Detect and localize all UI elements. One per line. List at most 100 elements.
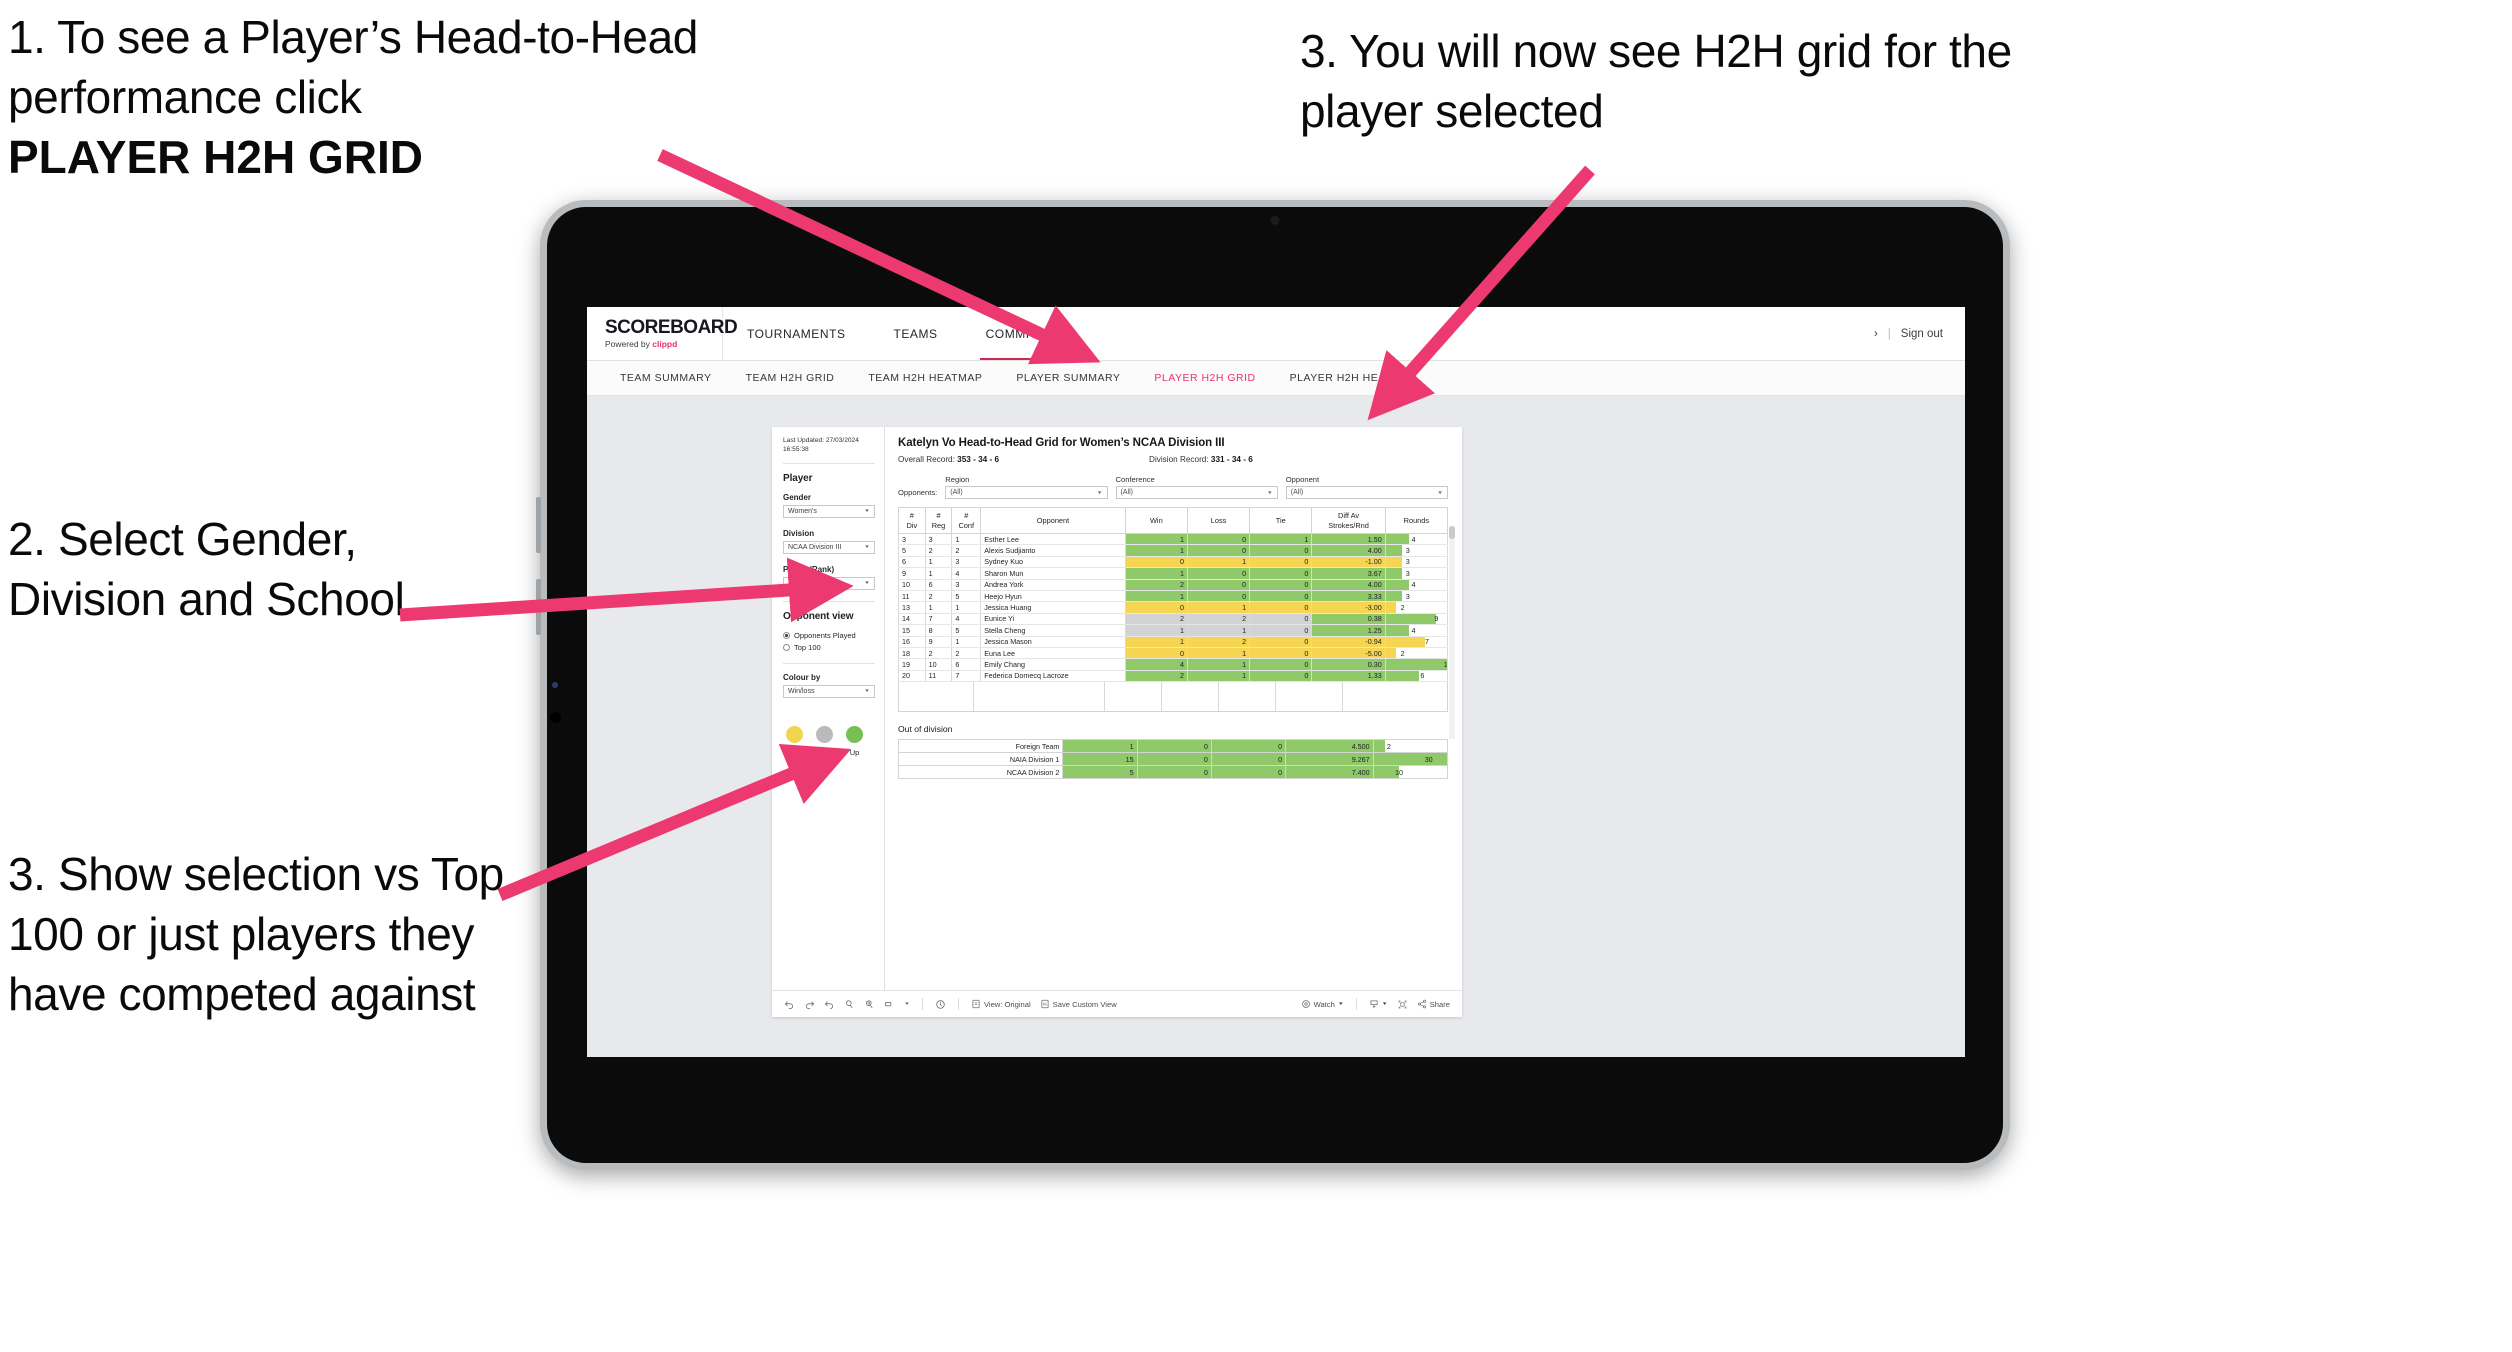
chevron-down-icon: ▼ [864,581,870,586]
cell-opponent: Alexis Sudjianto [980,544,1126,557]
opponent-select[interactable]: (All) ▼ [1285,486,1449,499]
revert-icon[interactable] [824,999,835,1010]
save-custom-view-button[interactable]: Save Custom View [1040,999,1117,1009]
watch-button[interactable]: Watch ▼ [1301,999,1344,1009]
table-row[interactable]: 19106Emily Chang4100.3011 [898,658,1449,671]
table-row[interactable]: 16 9 1 Jessica Mason 1 2 0 -0.94 7 [898,636,1449,648]
cell-win: 1 [1124,567,1188,580]
cell-reg: 1 [924,567,953,580]
chevron-right-icon[interactable]: › [1874,328,1878,340]
fullscreen-icon[interactable] [1397,999,1408,1010]
tab-player-h2h-grid[interactable]: PLAYER H2H GRID [1137,372,1272,384]
nav-teams[interactable]: TEAMS [870,307,962,360]
chevron-down-icon: ▼ [1337,1001,1344,1007]
player-rank-select[interactable]: B. Katelyn Vo ▼ [783,576,875,590]
out-of-division-row[interactable]: NAIA Division 1 15 0 0 9.267 30 [897,752,1449,767]
cell-reg: 8 [924,624,953,637]
secondary-tab-bar: TEAM SUMMARY TEAM H2H GRID TEAM H2H HEAT… [587,361,1965,396]
division-label: Division [783,528,815,538]
cell-win: 1 [1124,636,1188,648]
cell-win: 0 [1124,601,1188,614]
colour-by-select[interactable]: Win/loss ▼ [783,684,875,698]
refresh-icon[interactable] [844,999,855,1010]
cell-diff: 3.33 [1311,590,1386,603]
highlight-icon[interactable] [884,999,895,1010]
download-button[interactable]: ▼ [1369,999,1388,1009]
legend-dot-down [786,725,803,743]
tab-team-summary[interactable]: TEAM SUMMARY [603,372,729,384]
cell-tie: 0 [1210,752,1287,767]
table-row[interactable]: 3 3 1 Esther Lee 1 0 1 1.50 4 [898,533,1449,546]
radio-opponents-played[interactable]: Opponents Played [783,631,875,640]
cell-loss: 2 [1186,636,1251,648]
table-scrollbar-track[interactable] [1449,526,1455,739]
cell-conf: 3 [951,556,982,569]
sensor-dot-2 [550,712,561,723]
cell-div: 15 [898,624,926,637]
tab-team-h2h-grid[interactable]: TEAM H2H GRID [729,372,852,384]
tab-team-h2h-heatmap[interactable]: TEAM H2H HEATMAP [851,372,999,384]
cell-conf: 7 [951,670,982,683]
undo-icon[interactable] [784,999,795,1010]
cell-opponent: Federica Domecq Lacroze [980,670,1126,683]
region-select[interactable]: (All) ▼ [945,486,1108,499]
out-of-division-row[interactable]: NCAA Division 2 5 0 0 7.400 10 [897,765,1449,780]
cell-diff: 1.50 [1311,533,1386,546]
watch-label: Watch [1313,999,1335,1009]
tab-player-h2h-heatmap[interactable]: PLAYER H2H HEATMAP [1273,372,1433,384]
divider [921,998,923,1010]
radio-top-100-label: Top 100 [794,642,821,652]
table-row[interactable]: 18 2 2 Euna Lee 0 1 0 -5.00 2 [898,647,1449,660]
col-reg: # Reg [924,507,953,534]
scoreboard-logo[interactable]: SCOREBOARD Powered by clippd [587,307,738,360]
conference-select[interactable]: (All) ▼ [1115,486,1278,499]
cell-reg: 2 [924,544,953,557]
cell-win: 1 [1124,624,1188,637]
sign-out-link[interactable]: Sign out [1901,328,1943,340]
table-row[interactable]: 9 1 4 Sharon Mun 1 0 0 3.67 3 [898,567,1449,580]
table-row[interactable]: 6 1 3 Sydney Kuo 0 1 0 -1.00 3 [898,556,1449,569]
cell-win: 2 [1124,613,1188,626]
table-scrollbar-thumb[interactable] [1449,526,1455,539]
view-original-button[interactable]: View: Original [971,999,1031,1009]
cell-conf: 1 [951,533,982,546]
nav-committee[interactable]: COMMITTEE [962,307,1087,360]
table-row[interactable]: 10 6 3 Andrea York 2 0 0 4.00 4 [898,579,1449,591]
division-record: Division Record: 331 - 34 - 6 [1149,455,1253,464]
share-icon [1417,999,1427,1009]
table-row[interactable]: 11 2 5 Heejo Hyun 1 0 0 3.33 3 [898,590,1449,603]
pause-icon[interactable] [864,999,875,1010]
tab-player-summary[interactable]: PLAYER SUMMARY [999,372,1137,384]
undo-all-icon[interactable] [935,999,946,1010]
radio-top-100[interactable]: Top 100 [783,643,875,652]
table-row[interactable]: 5 2 2 Alexis Sudjianto 1 0 0 4.00 3 [898,544,1449,557]
cell-division-name: NAIA Division 1 [897,752,1064,767]
table-row[interactable]: 14 7 4 Eunice Yi 2 2 0 0.38 9 [898,613,1449,626]
cell-reg: 2 [924,647,953,660]
cell-tie: 0 [1249,579,1313,591]
share-label: Share [1429,999,1450,1009]
annotation-3: 3. You will now see H2H grid for the pla… [1300,25,2025,137]
chevron-down-icon[interactable]: ▼ [904,1002,910,1007]
gender-select[interactable]: Women's ▼ [783,504,875,518]
opponents-label: Opponents: [898,488,938,497]
cell-rounds: 9 [1384,613,1449,626]
division-select[interactable]: NCAA Division III ▼ [783,540,875,554]
table-row[interactable]: 13 1 1 Jessica Huang 0 1 0 -3.00 2 [898,601,1449,614]
conference-value: (All) [1120,489,1133,496]
cell-diff: -5.00 [1311,647,1386,660]
redo-icon[interactable] [804,999,815,1010]
divider [783,600,875,602]
out-of-division-row[interactable]: Foreign Team 1 0 0 4.500 2 [897,739,1449,754]
cell-rounds: 4 [1384,533,1449,546]
viz-toolbar: ▼ View: Original Save Custom View Watch … [772,990,1462,1017]
h2h-table-wrapper: # Div # Reg # Conf Opponent Win Loss Tie Di… [898,507,1455,739]
table-row[interactable]: 15 8 5 Stella Cheng 1 1 0 1.25 4 [898,624,1449,637]
nav-tournaments[interactable]: TOURNAMENTS [723,307,870,360]
cell-loss: 1 [1186,647,1251,660]
opponent-filter: Opponent (All) ▼ [1285,475,1449,499]
table-row[interactable]: 20 11 7 Federica Domecq Lacroze 2 1 0 1.33 6 [898,670,1449,683]
legend-label-level: Level [816,747,834,757]
share-button[interactable]: Share [1417,999,1450,1009]
cell-tie: 0 [1249,613,1313,626]
